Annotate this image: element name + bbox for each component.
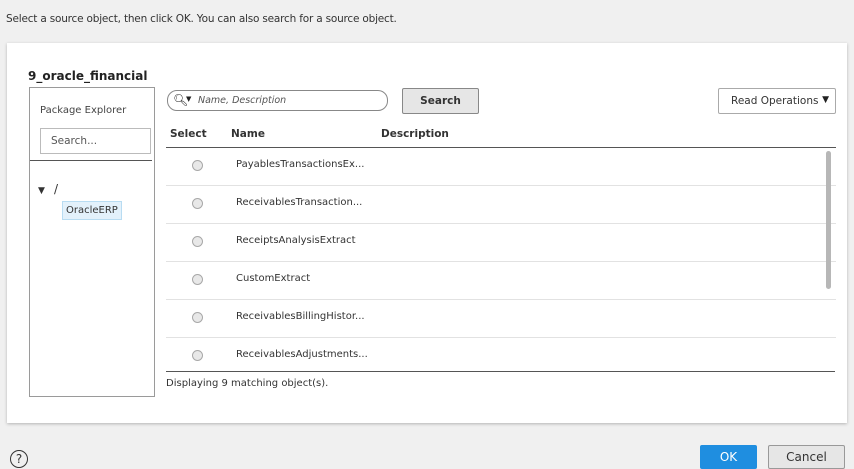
connection-title: 9_oracle_financial <box>28 69 148 83</box>
tree-root-node[interactable]: / <box>54 182 58 196</box>
table-row[interactable]: ReceivablesTransaction... <box>166 186 836 224</box>
table-row[interactable]: ReceivablesAdjustments... <box>166 338 836 371</box>
row-name: ReceivablesBillingHistor... <box>236 311 365 322</box>
row-name: ReceivablesTransaction... <box>236 197 363 208</box>
help-icon[interactable]: ? <box>10 450 28 468</box>
column-header-description[interactable]: Description <box>381 128 449 140</box>
package-explorer-label: Package Explorer <box>40 105 127 116</box>
column-header-name[interactable]: Name <box>231 128 265 140</box>
row-radio[interactable] <box>192 350 203 361</box>
table-scrollbar[interactable] <box>826 151 831 289</box>
table-row[interactable]: PayablesTransactionsEx... <box>166 148 836 186</box>
row-radio[interactable] <box>192 274 203 285</box>
row-radio[interactable] <box>192 160 203 171</box>
search-button[interactable]: Search <box>402 88 479 114</box>
match-count-text: Displaying 9 matching object(s). <box>166 378 329 389</box>
search-options-caret-icon[interactable]: ▼ <box>186 95 191 103</box>
package-search-input[interactable] <box>40 128 151 154</box>
table-bottom-divider <box>166 371 835 372</box>
row-name: PayablesTransactionsEx... <box>236 159 365 170</box>
object-search-input[interactable] <box>198 92 378 108</box>
row-name: ReceivablesAdjustments... <box>236 349 368 360</box>
operations-dropdown-value: Read Operations <box>731 95 819 107</box>
dialog-panel: 9_oracle_financial Package Explorer ▼ / … <box>7 43 847 423</box>
column-header-select: Select <box>170 128 207 140</box>
caret-down-icon[interactable]: ▼ <box>38 186 45 196</box>
row-name: CustomExtract <box>236 273 311 284</box>
table-row[interactable]: ReceivablesBillingHistor... <box>166 300 836 338</box>
package-explorer: Package Explorer ▼ / OracleERP <box>29 87 155 397</box>
row-radio[interactable] <box>192 236 203 247</box>
tree-node-oracleerp[interactable]: OracleERP <box>62 201 122 220</box>
object-table: PayablesTransactionsEx... ReceivablesTra… <box>166 148 836 371</box>
cancel-button[interactable]: Cancel <box>768 445 845 469</box>
explorer-divider <box>30 160 152 161</box>
row-name: ReceiptsAnalysisExtract <box>236 235 356 246</box>
table-row[interactable]: ReceiptsAnalysisExtract <box>166 224 836 262</box>
dropdown-caret-icon: ▼ <box>822 95 829 105</box>
row-radio[interactable] <box>192 312 203 323</box>
object-search-box: 🔍︎ ▼ <box>167 90 388 111</box>
ok-button[interactable]: OK <box>700 445 757 469</box>
instruction-text: Select a source object, then click OK. Y… <box>6 13 397 25</box>
table-row[interactable]: CustomExtract <box>166 262 836 300</box>
operations-dropdown[interactable]: Read Operations ▼ <box>718 88 836 114</box>
row-radio[interactable] <box>192 198 203 209</box>
